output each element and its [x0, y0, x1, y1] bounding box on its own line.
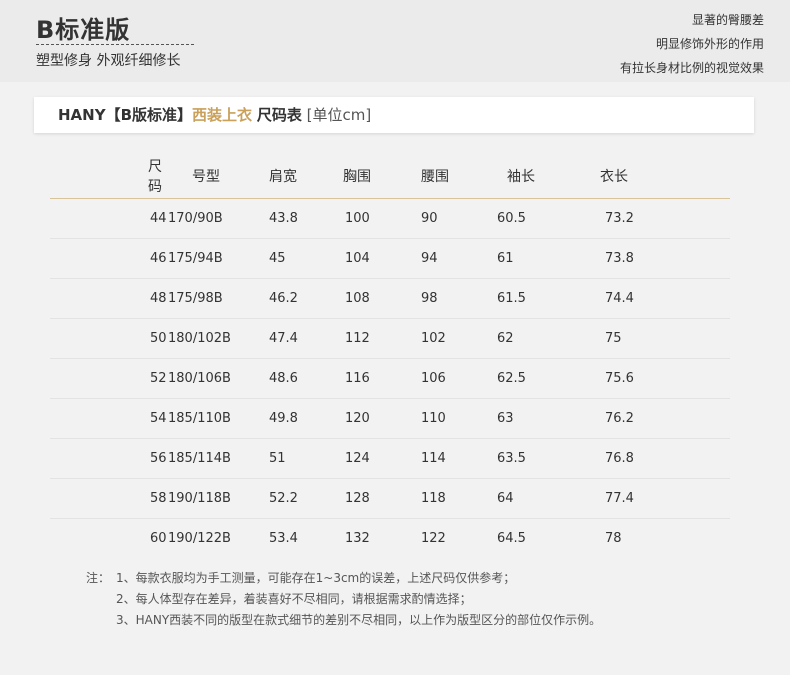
table-cell: 75	[571, 318, 730, 359]
table-cell: 62	[479, 318, 571, 359]
table-cell: 49.8	[243, 398, 325, 439]
table-cell: 118	[395, 478, 479, 519]
table-cell: 78	[605, 531, 622, 546]
note-item: 3、HANY西装不同的版型在款式细节的差别不尽相同，以上作为版型区分的部位仅作示…	[86, 610, 601, 631]
table-cell: 74.4	[571, 278, 730, 319]
table-cell: 48	[50, 278, 167, 319]
table-cell: 54	[50, 398, 167, 439]
table-body: 44 170/90B 43.8 100 90 60.5 73.2 46 175/94B 45 104…	[50, 198, 730, 559]
table-cell: 76.8	[571, 438, 730, 479]
table-cell: 43.8	[243, 198, 325, 239]
table-cell: 110	[395, 398, 479, 439]
table-cell: 76.2	[571, 398, 730, 439]
table-cell: 60	[150, 531, 167, 546]
size-chart-title: HANY【B版标准】西装上衣 尺码表 [单位cm]	[58, 97, 371, 133]
table-cell: 100	[325, 198, 395, 239]
table-cell: 58	[50, 478, 167, 519]
unit-label: [单位cm]	[306, 106, 372, 124]
table-cell: 124	[325, 438, 395, 479]
table-cell: 61.5	[479, 278, 571, 319]
header-band: B标准版 塑型修身 外观纤细修长 显著的臀腰差 明显修饰外形的作用 有拉长身材比…	[0, 0, 790, 82]
feature-item: 显著的臀腰差	[691, 13, 764, 27]
column-header: 袖长	[479, 154, 571, 199]
table-cell: 128	[325, 478, 395, 519]
table-cell: 63	[479, 398, 571, 439]
table-cell: 52.2	[243, 478, 325, 519]
table-cell: 46	[50, 238, 167, 279]
table-cell: 98	[395, 278, 479, 319]
table-cell: 47.4	[243, 318, 325, 359]
table-cell: 77.4	[571, 478, 730, 519]
note-prefix: 注：	[86, 571, 111, 585]
table-cell: 51	[243, 438, 325, 479]
table-cell: 52	[50, 358, 167, 399]
product-label: 西装上衣	[192, 106, 253, 124]
table-row: 46 175/94B 45 104 94 61 73.8	[50, 238, 730, 279]
table-cell: 73.2	[571, 198, 730, 239]
table-cell: 64	[479, 478, 571, 519]
table-cell: 122	[421, 531, 446, 546]
chart-label: 尺码表	[256, 106, 302, 124]
table-cell: 44	[50, 198, 167, 239]
table-cell: 48.6	[243, 358, 325, 399]
table-row: 60 190/122B 53.4 132 122 64.5 78	[50, 519, 730, 559]
table-cell: 116	[325, 358, 395, 399]
table-cell: 75.6	[571, 358, 730, 399]
column-header: 衣长	[571, 154, 730, 199]
table-cell: 60.5	[479, 198, 571, 239]
feature-list: 显著的臀腰差 明显修饰外形的作用 有拉长身材比例的视觉效果	[620, 8, 764, 80]
table-cell: 50	[50, 318, 167, 359]
table-cell: 56	[50, 438, 167, 479]
note-item: 注： 1、每款衣服均为手工测量，可能存在1~3cm的误差，上述尺码仅供参考；	[86, 568, 601, 589]
feature-item: 明显修饰外形的作用	[655, 37, 764, 51]
size-chart-title-card: HANY【B版标准】西装上衣 尺码表 [单位cm]	[34, 97, 754, 133]
page-subtitle: 塑型修身 外观纤细修长	[36, 53, 181, 69]
table-row: 52 180/106B 48.6 116 106 62.5 75.6	[50, 358, 730, 399]
table-cell: 61	[479, 238, 571, 279]
notes: 注： 1、每款衣服均为手工测量，可能存在1~3cm的误差，上述尺码仅供参考； 2、…	[86, 568, 601, 631]
note-text: 1、每款衣服均为手工测量，可能存在1~3cm的误差，上述尺码仅供参考；	[116, 571, 516, 585]
note-text: 2、每人体型存在差异，着装喜好不尽相同，请根据需求酌情选择；	[116, 592, 472, 606]
column-header: 腰围	[395, 154, 479, 199]
table-row: 48 175/98B 46.2 108 98 61.5 74.4	[50, 278, 730, 319]
table-cell: 45	[243, 238, 325, 279]
table-row: 44 170/90B 43.8 100 90 60.5 73.2	[50, 198, 730, 239]
table-cell: 63.5	[479, 438, 571, 479]
note-text: 3、HANY西装不同的版型在款式细节的差别不尽相同，以上作为版型区分的部位仅作示…	[116, 613, 602, 627]
page-title: B标准版	[36, 16, 131, 44]
table-header-row: 尺码 号型 肩宽 胸围 腰围 袖长 衣长	[50, 154, 730, 199]
brand-label: HANY【B版标准】	[58, 106, 193, 124]
table-cell: 46.2	[243, 278, 325, 319]
table-cell: 106	[395, 358, 479, 399]
table-cell: 120	[325, 398, 395, 439]
table-row: 58 190/118B 52.2 128 118 64 77.4	[50, 478, 730, 519]
table-cell: 102	[395, 318, 479, 359]
table-row: 50 180/102B 47.4 112 102 62 75	[50, 318, 730, 359]
size-table: 尺码 号型 肩宽 胸围 腰围 袖长 衣长 44 170/90B 43.8 100 90 60.5 73.…	[50, 154, 730, 558]
note-item: 2、每人体型存在差异，着装喜好不尽相同，请根据需求酌情选择；	[86, 589, 601, 610]
column-header: 尺码	[50, 154, 162, 199]
column-header: 肩宽	[243, 154, 325, 199]
table-cell: 53.4	[269, 531, 298, 546]
table-cell: 62.5	[479, 358, 571, 399]
table-cell: 112	[325, 318, 395, 359]
table-cell: 73.8	[571, 238, 730, 279]
table-row: 56 185/114B 51 124 114 63.5 76.8	[50, 438, 730, 479]
title-divider	[36, 44, 194, 45]
column-header: 号型	[150, 154, 243, 199]
table-cell: 94	[395, 238, 479, 279]
table-cell: 108	[325, 278, 395, 319]
table-row: 54 185/110B 49.8 120 110 63 76.2	[50, 398, 730, 439]
column-header: 胸围	[325, 154, 395, 199]
feature-item: 有拉长身材比例的视觉效果	[619, 61, 764, 75]
table-cell: 104	[325, 238, 395, 279]
table-cell: 132	[345, 531, 370, 546]
table-cell: 64.5	[497, 531, 526, 546]
table-cell: 90	[395, 198, 479, 239]
table-cell: 114	[395, 438, 479, 479]
